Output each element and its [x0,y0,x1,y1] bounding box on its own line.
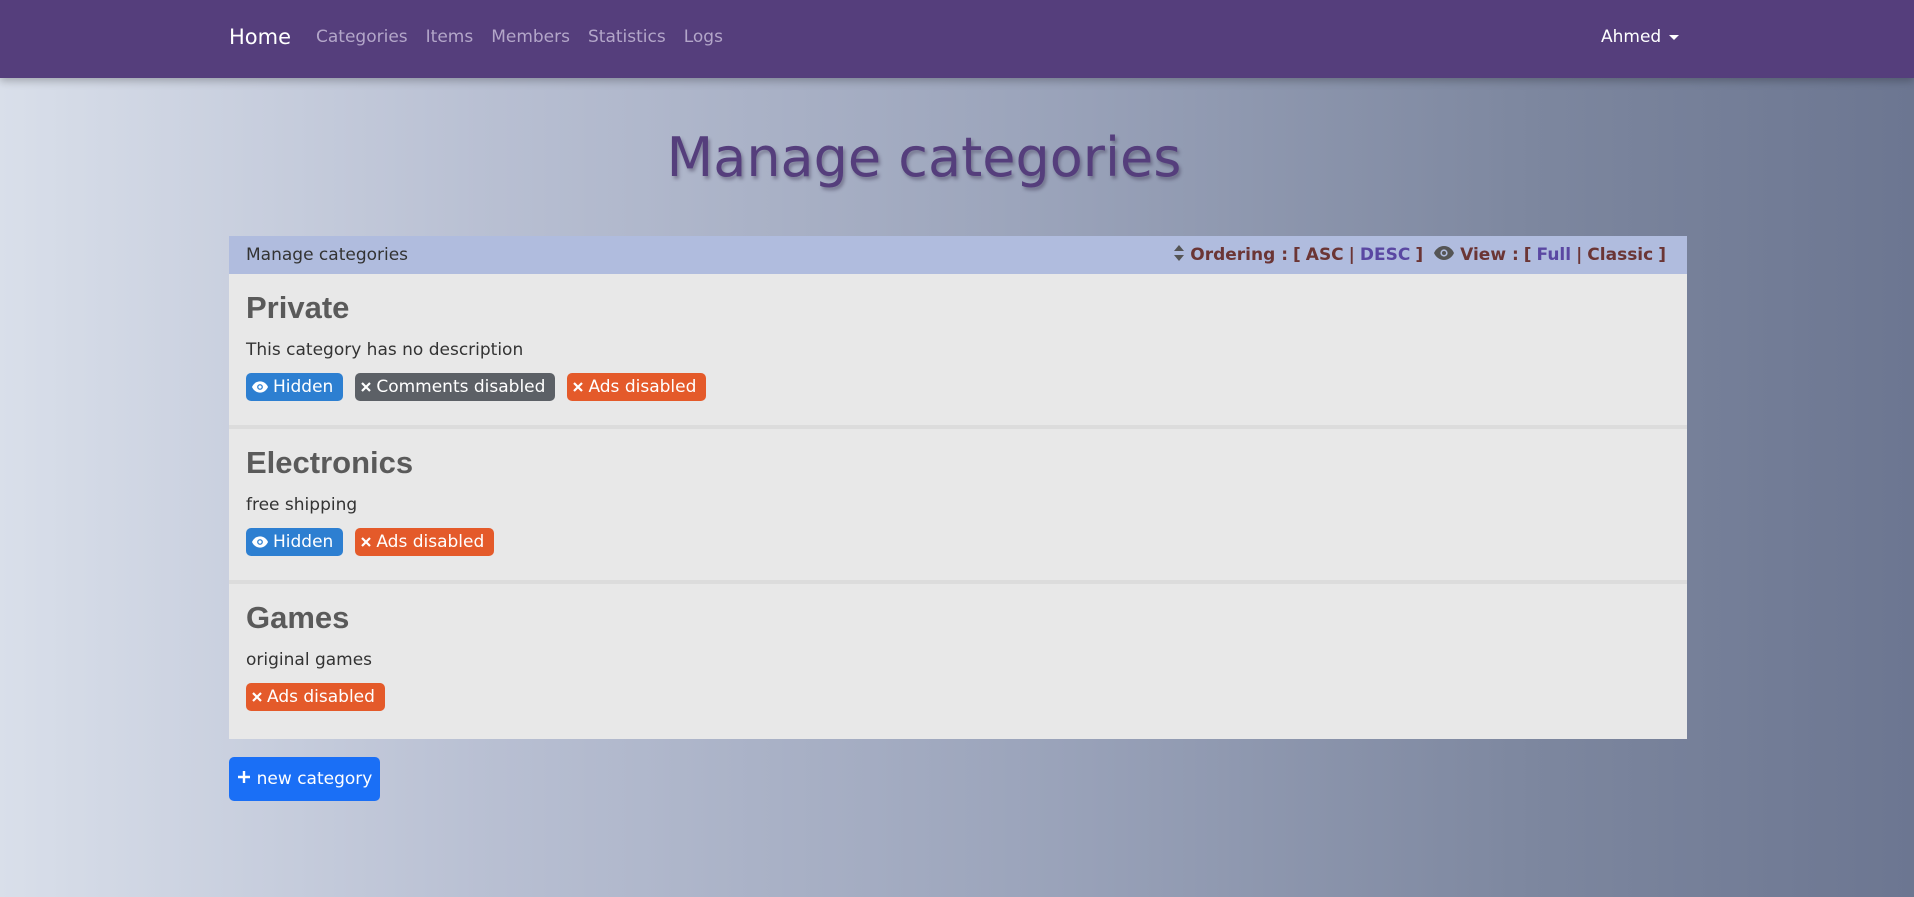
plus-icon [237,769,251,789]
close-icon [573,382,584,392]
nav-link-members[interactable]: Members [491,27,570,47]
badge-label: Hidden [273,532,334,552]
user-dropdown-toggle[interactable]: Ahmed [1601,27,1680,47]
category-badges: Hidden Ads disabled [246,528,1670,556]
bracket-close: ] [1415,245,1424,265]
separator-pipe: | [1576,245,1583,265]
badge-label: Ads disabled [588,377,697,397]
separator-pipe: | [1348,245,1355,265]
ads-disabled-badge: Ads disabled [567,373,707,401]
page-title: Manage categories [666,126,1182,189]
view-label: View : [1460,245,1519,265]
close-icon [252,692,262,702]
panel-title: Manage categories [246,245,409,265]
ordering-label: Ordering : [1190,245,1288,265]
view-classic-link[interactable]: Classic [1587,245,1653,265]
nav-link-items[interactable]: Items [426,27,474,47]
categories-panel: Manage categories Ordering : [ ASC | DES… [229,236,1687,739]
panel-controls: Ordering : [ ASC | DESC ] View : [ Full … [1174,244,1671,266]
nav-link-categories[interactable]: Categories [316,27,408,47]
hidden-badge: Hidden [246,528,344,556]
comments-disabled-badge: Comments disabled [355,373,556,401]
new-category-button[interactable]: new category [229,757,380,801]
eye-icon [1434,245,1455,265]
view-full-link[interactable]: Full [1537,245,1572,265]
category-name[interactable]: Games [246,598,1670,638]
ads-disabled-badge: Ads disabled [246,683,385,711]
brand-home-link[interactable]: Home [229,25,291,49]
bracket-close: ] [1658,245,1666,265]
caret-down-icon [1669,34,1680,40]
top-navbar: Home Categories Items Members Statistics… [0,0,1914,78]
category-item: Games original games Ads disabled [229,584,1687,739]
category-badges: Hidden Comments disabled Ads disabled [246,373,1670,401]
badge-label: Ads disabled [267,687,375,707]
bracket-open: [ [1523,245,1532,265]
category-name[interactable]: Private [246,288,1670,328]
panel-heading: Manage categories Ordering : [ ASC | DES… [229,236,1687,274]
category-item: Private This category has no description… [229,274,1687,429]
bracket-open: [ [1293,245,1301,265]
nav-link-statistics[interactable]: Statistics [588,27,666,47]
nav-link-logs[interactable]: Logs [684,27,723,47]
new-category-label: new category [256,769,373,789]
sort-icon [1174,244,1185,266]
badge-label: Ads disabled [376,532,485,552]
eye-icon [252,536,268,548]
close-icon [361,537,372,547]
category-description: free shipping [246,495,358,515]
close-icon [361,382,372,392]
category-badges: Ads disabled [246,683,1670,711]
order-asc-link[interactable]: ASC [1306,245,1344,265]
eye-icon [252,381,268,393]
ads-disabled-badge: Ads disabled [355,528,495,556]
badge-label: Comments disabled [376,377,546,397]
order-desc-link[interactable]: DESC [1360,245,1410,265]
category-description: This category has no description [246,340,524,360]
category-description: original games [246,650,373,670]
nav-links: Categories Items Members Statistics Logs [316,27,741,47]
hidden-badge: Hidden [246,373,344,401]
category-name[interactable]: Electronics [246,443,1670,483]
badge-label: Hidden [273,377,334,397]
user-name: Ahmed [1601,27,1662,47]
category-item: Electronics free shipping Hidden Ads dis… [229,429,1687,584]
